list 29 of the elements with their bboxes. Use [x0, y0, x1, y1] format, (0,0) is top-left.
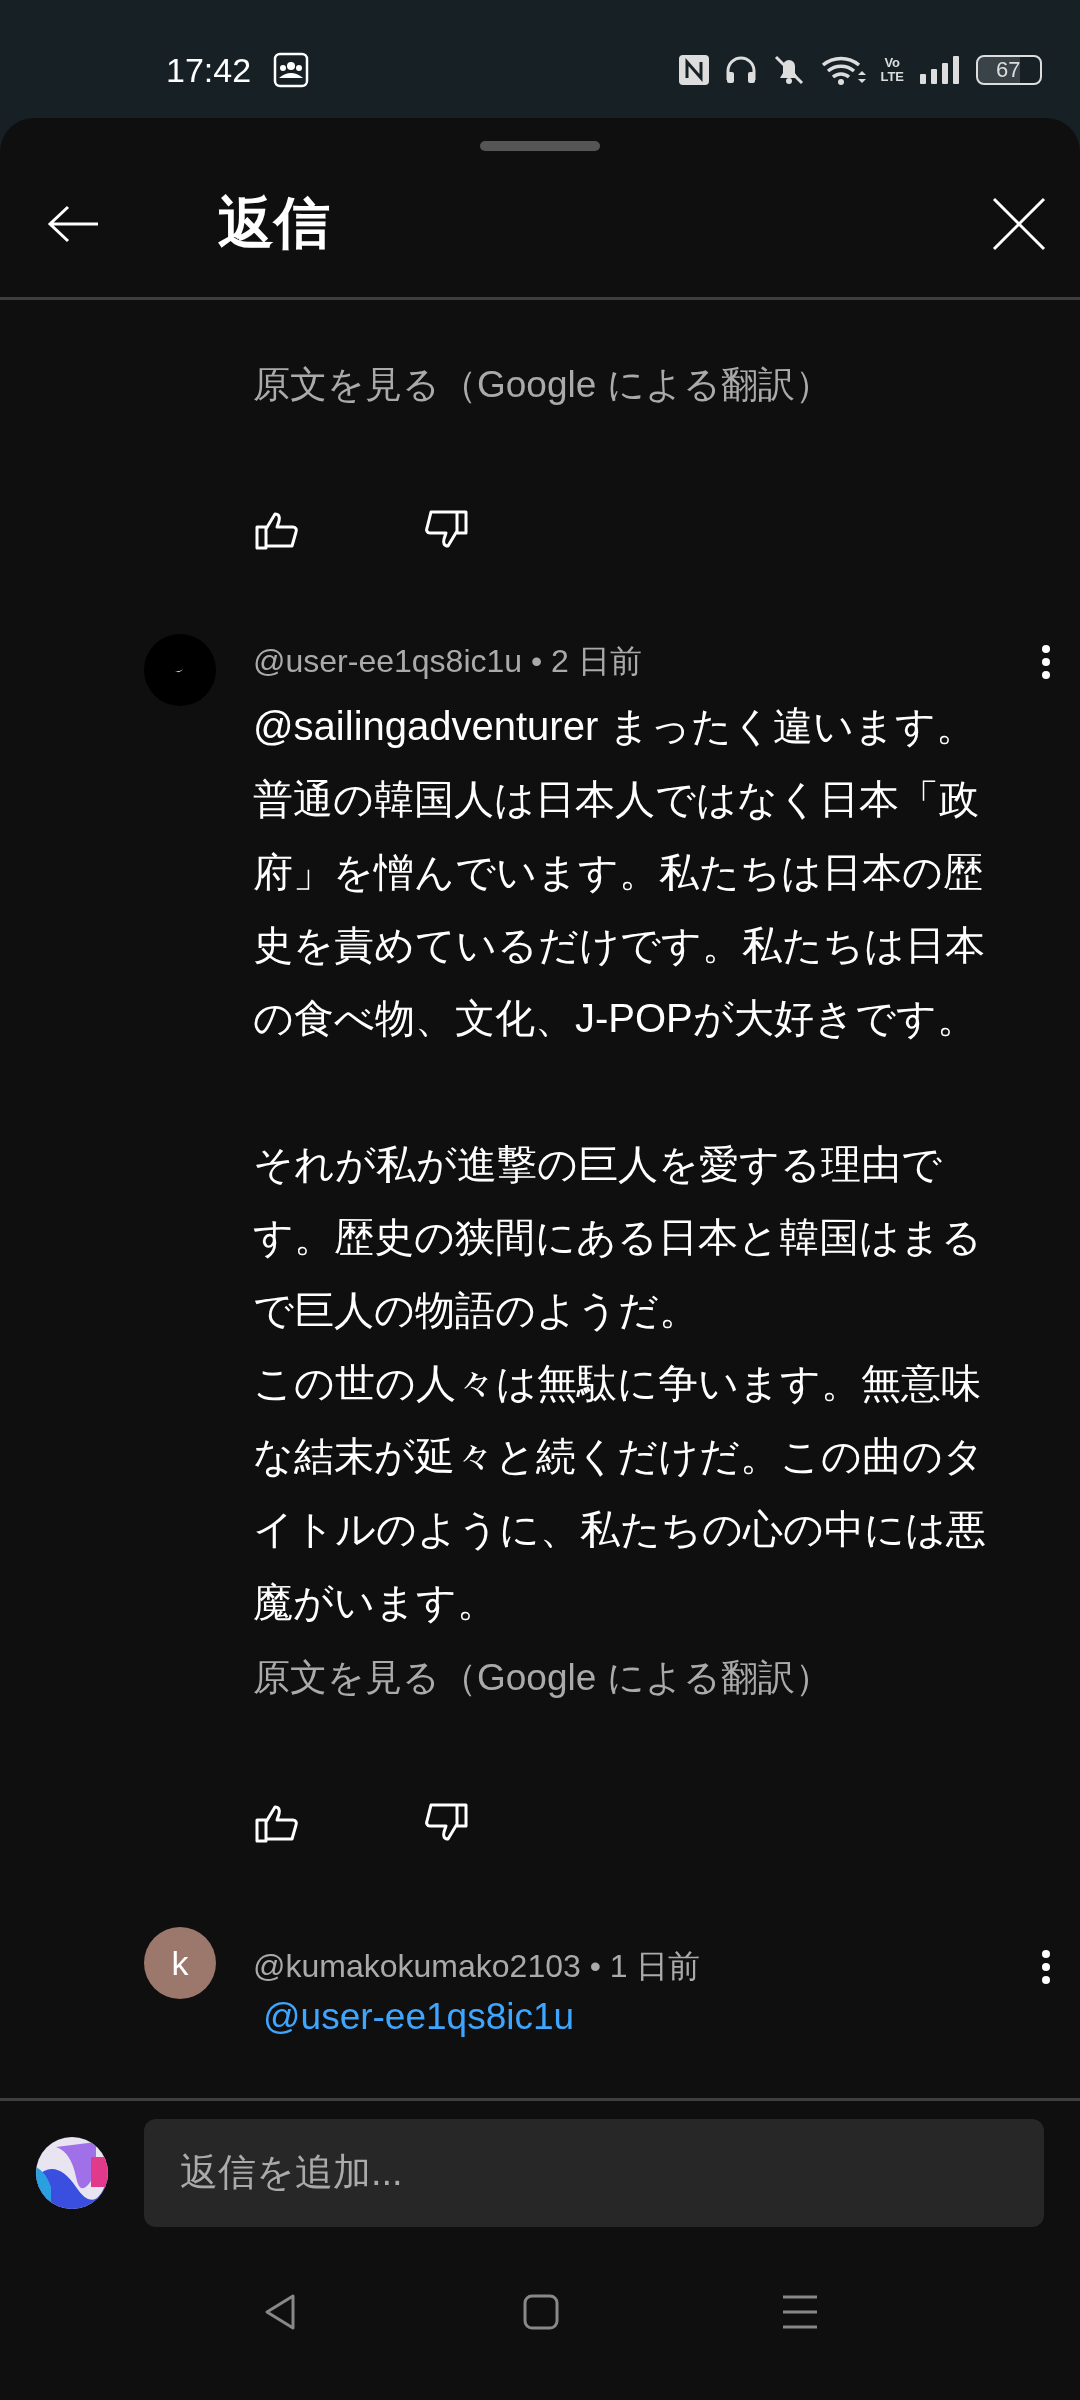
nfc-icon: [678, 54, 711, 86]
sheet-title: 返信: [218, 190, 331, 256]
see-original-link[interactable]: 原文を見る（Google による翻訳）: [253, 1653, 832, 1703]
close-icon[interactable]: [992, 197, 1046, 251]
clock-time: 17:42: [166, 50, 252, 90]
avatar-icon: [144, 634, 216, 706]
thumbs-down-icon[interactable]: [424, 510, 468, 550]
comment-meta: @kumakokumako2103 • 1 日前: [253, 1947, 701, 1986]
people-icon: [273, 52, 310, 88]
see-original-link[interactable]: 原文を見る（Google による翻訳）: [253, 360, 832, 410]
reply-input[interactable]: 返信を追加...: [144, 2118, 1044, 2227]
more-options-icon[interactable]: [1040, 1947, 1052, 1987]
battery-indicator: 67: [976, 55, 1042, 85]
drag-handle[interactable]: [480, 141, 600, 151]
headphones-icon: [724, 54, 759, 86]
more-options-icon[interactable]: [1040, 642, 1052, 682]
signal-icon: [918, 54, 962, 86]
user-avatar: k: [144, 1927, 216, 1999]
menu-icon[interactable]: [781, 2294, 819, 2330]
network-label: Vo LTE: [880, 56, 904, 84]
comment-text: @sailingadventurer まったく違います。普通の韓国人は日本人ではなく日本「政府」を憎んでいます。私たちは日本の歴史を責めているだけです。私たちは日本の食べ物、文化、J-POPが大好きです。: [253, 703, 986, 1042]
thumbs-down-icon[interactable]: [424, 1803, 468, 1843]
thumbs-up-icon[interactable]: [255, 510, 299, 550]
thumbs-up-icon[interactable]: [255, 1803, 299, 1843]
mention-link[interactable]: @user-ee1qs8ic1u: [263, 1995, 575, 2039]
comment-meta: @user-ee1qs8ic1u • 2 日前: [253, 642, 642, 681]
home-icon[interactable]: [523, 2294, 559, 2330]
comment-text: この世の人々は無駄に争います。無意味な結末が延々と続くだけだ。この曲のタイトルのように、私たちの心の中には悪魔がいます。: [253, 1360, 987, 1626]
comment-text: それが私が進撃の巨人を愛する理由です。歴史の狭間にある日本と韓国はまるで巨人の物語のようだ。: [253, 1141, 983, 1334]
